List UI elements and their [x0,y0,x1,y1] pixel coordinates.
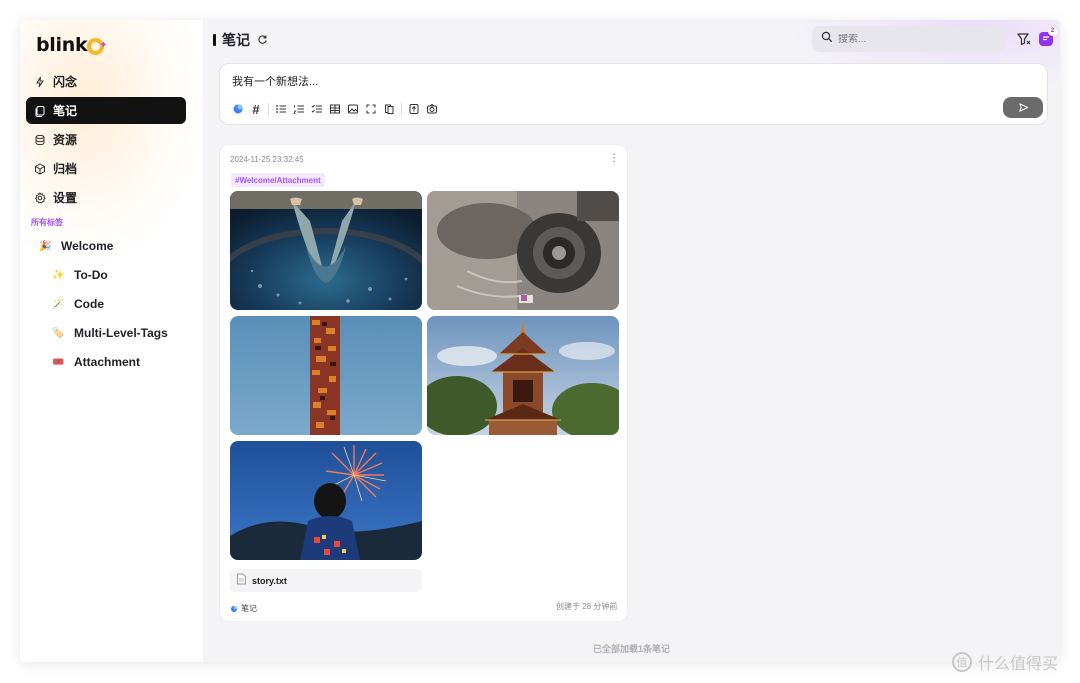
lightning-icon [33,75,47,89]
attachment-image-pagoda[interactable] [427,316,619,435]
tag-label: Code [74,297,104,311]
notes-icon [33,104,47,118]
editor-toolbar: # [229,101,441,117]
tag-label: Welcome [61,239,114,253]
notification-badge: 2 [1048,27,1057,36]
image-icon[interactable] [344,101,362,117]
search-input[interactable] [838,33,988,45]
note-type-icon [231,605,237,612]
sidebar: blink ✦ 闪念 笔记 资源 归档 设置 所有标签 🎉 Welcome ✨ … [20,20,203,662]
send-button[interactable] [1003,97,1043,118]
ticket-icon: 🎟️ [52,356,65,368]
app-window: blink ✦ 闪念 笔记 资源 归档 设置 所有标签 🎉 Welcome ✨ … [20,20,1060,662]
fullscreen-icon[interactable] [362,101,380,117]
editor-placeholder[interactable]: 我有一个新想法... [232,73,318,89]
gear-icon [33,191,47,205]
archive-box-icon [33,162,47,176]
attachment-image-engine[interactable] [427,191,619,310]
copy-icon[interactable] [380,101,398,117]
hashtag-icon[interactable]: # [247,101,265,117]
note-editor[interactable]: 我有一个新想法... # [219,63,1048,125]
note-tag[interactable]: #Welcome/Attachment [231,173,325,187]
sparkles-icon: ✨ [52,269,65,281]
sidebar-item-label: 笔记 [53,104,78,118]
ordered-list-icon[interactable] [290,101,308,117]
attachment-image-dye-hands[interactable] [230,191,422,310]
tag-item-attachment[interactable]: 🎟️ Attachment [52,351,140,373]
tag-label: To-Do [74,268,108,282]
magic-wand-icon: 🪄 [52,298,65,310]
load-complete-text: 已全部加载1条笔记 [592,644,670,654]
label-tag-icon: 🏷️ [52,327,65,339]
title-bar-mark [213,34,216,46]
sidebar-item-archive[interactable]: 归档 [26,155,186,182]
sidebar-item-label: 资源 [53,133,78,147]
send-icon [1018,103,1028,112]
camera-icon[interactable] [423,101,441,117]
sidebar-item-resources[interactable]: 资源 [26,126,186,153]
attachment-image-fireworks[interactable] [230,441,422,560]
sidebar-item-label: 闪念 [53,75,78,89]
sidebar-item-flash[interactable]: 闪念 [26,68,186,95]
attachment-file[interactable]: story.txt [230,569,422,592]
note-card[interactable]: 2024-11-25 23:32:45 ⋮ #Welcome/Attachmen… [219,144,628,622]
table-icon[interactable] [326,101,344,117]
note-type-icon[interactable] [229,101,247,117]
attachment-image-tower[interactable] [230,316,422,435]
tag-item-multi-level-tags[interactable]: 🏷️ Multi-Level-Tags [52,322,168,344]
file-icon [236,572,247,590]
sidebar-item-notes[interactable]: 笔记 [26,97,186,124]
note-created-time: 创建于 28 分钟前 [556,602,618,611]
watermark: 值 什么值得买 [952,650,1058,674]
tags-heading: 所有标签 [31,218,63,227]
search-icon [821,30,833,48]
toolbar-divider [401,103,402,115]
main-content: 笔记 2 我有一个新想法... # [203,20,1060,662]
app-logo[interactable]: blink ✦ [36,32,108,58]
database-icon [33,133,47,147]
filter-icon[interactable] [1016,31,1032,47]
attachment-file-name: story.txt [252,575,287,586]
bullet-list-icon[interactable] [272,101,290,117]
tag-label: Attachment [74,355,141,369]
tag-item-code[interactable]: 🪄 Code [52,293,104,315]
note-timestamp: 2024-11-25 23:32:45 [230,155,304,164]
refresh-icon[interactable] [257,33,268,48]
tag-item-todo[interactable]: ✨ To-Do [52,264,108,286]
search-box[interactable] [812,26,1005,52]
watermark-text: 什么值得买 [978,656,1059,673]
logo-text: blink [36,34,88,56]
upload-file-icon[interactable] [405,101,423,117]
note-footer-tag[interactable]: 笔记 [230,603,257,614]
tag-item-welcome[interactable]: 🎉 Welcome [39,235,113,257]
sidebar-item-settings[interactable]: 设置 [26,184,186,211]
watermark-logo-icon: 值 [952,652,972,672]
tag-label: Multi-Level-Tags [74,326,168,340]
note-footer-tag-label: 笔记 [241,604,257,613]
toolbar-divider [268,103,269,115]
party-popper-icon: 🎉 [39,240,52,252]
checklist-icon[interactable] [308,101,326,117]
page-title: 笔记 [213,30,268,50]
page-title-text: 笔记 [222,32,250,48]
ai-chat-button[interactable]: 2 [1039,27,1057,46]
more-options-icon[interactable]: ⋮ [609,153,619,164]
sidebar-item-label: 归档 [53,162,78,176]
sidebar-item-label: 设置 [53,191,78,205]
logo-o-ring: ✦ [87,37,108,55]
sidebar-nav: 闪念 笔记 资源 归档 设置 [26,68,186,213]
